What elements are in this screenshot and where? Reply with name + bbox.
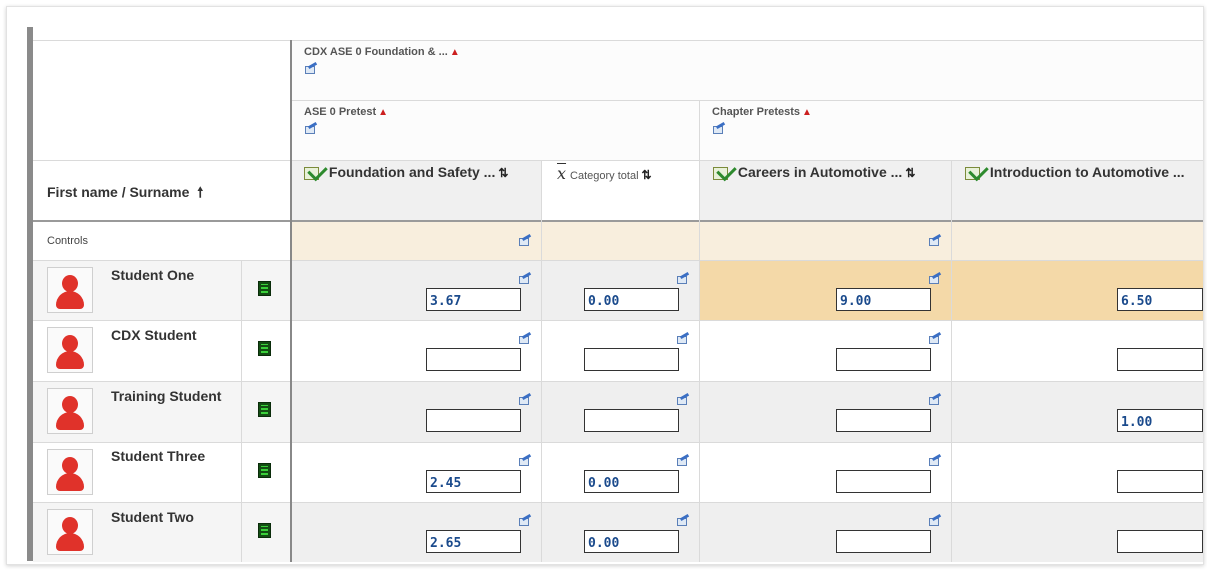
controls-row-bg bbox=[290, 221, 1203, 260]
mean-xbar-icon: x bbox=[557, 164, 567, 183]
column-header-foundation[interactable]: Foundation and Safety ... ⇅ bbox=[304, 161, 508, 182]
name-sort-header[interactable]: First name / Surname 🠕 bbox=[47, 182, 203, 206]
user-avatar-icon[interactable] bbox=[47, 327, 93, 373]
grid-line bbox=[33, 260, 1203, 261]
grid-line bbox=[33, 160, 1203, 161]
single-view-icon[interactable] bbox=[258, 281, 271, 296]
single-view-icon[interactable] bbox=[258, 523, 271, 538]
grade-input[interactable] bbox=[584, 409, 679, 432]
user-avatar-icon[interactable] bbox=[47, 449, 93, 495]
student-name[interactable]: CDX Student bbox=[111, 327, 197, 343]
collapse-up-icon[interactable]: ▲ bbox=[802, 107, 812, 118]
grade-input[interactable] bbox=[584, 530, 679, 553]
collapse-up-icon[interactable]: ▲ bbox=[450, 47, 460, 58]
grade-input[interactable] bbox=[836, 530, 931, 553]
grade-input[interactable] bbox=[426, 470, 521, 493]
top-category-header[interactable]: CDX ASE 0 Foundation & ... ▲ bbox=[304, 46, 460, 58]
grade-input[interactable] bbox=[426, 409, 521, 432]
student-name[interactable]: Student Two bbox=[111, 509, 194, 525]
grid-line bbox=[33, 220, 1203, 222]
grade-input[interactable] bbox=[1117, 288, 1203, 311]
column-label-foundation: Foundation and Safety ... bbox=[328, 164, 496, 180]
column-header-introduction[interactable]: Introduction to Automotive ... bbox=[965, 161, 1185, 182]
grid-line bbox=[290, 100, 1203, 101]
grade-input[interactable] bbox=[836, 288, 931, 311]
grade-input[interactable] bbox=[1117, 348, 1203, 371]
grade-input[interactable] bbox=[1117, 530, 1203, 553]
sort-toggle-icon[interactable]: ⇅ bbox=[498, 166, 508, 180]
collapse-up-icon[interactable]: ▲ bbox=[378, 107, 388, 118]
grade-input[interactable] bbox=[426, 530, 521, 553]
grid-line bbox=[951, 160, 952, 562]
grade-item-icon bbox=[304, 161, 328, 182]
grade-input[interactable] bbox=[836, 348, 931, 371]
sub-category-calc-icon-2[interactable] bbox=[713, 121, 726, 140]
grade-input[interactable] bbox=[584, 348, 679, 371]
grade-input[interactable] bbox=[584, 470, 679, 493]
name-header-label: First name / Surname bbox=[47, 184, 190, 200]
single-view-icon[interactable] bbox=[258, 402, 271, 417]
grade-input[interactable] bbox=[426, 288, 521, 311]
user-avatar-icon[interactable] bbox=[47, 509, 93, 555]
grid-line bbox=[541, 160, 542, 562]
controls-calc-icon-2[interactable] bbox=[929, 233, 942, 252]
user-avatar-icon[interactable] bbox=[47, 388, 93, 434]
student-name[interactable]: Student One bbox=[111, 267, 194, 283]
top-category-calc-icon[interactable] bbox=[305, 61, 318, 80]
controls-calc-icon-1[interactable] bbox=[519, 233, 532, 252]
sub-category-header-2[interactable]: Chapter Pretests ▲ bbox=[712, 106, 812, 118]
student-name[interactable]: Training Student bbox=[111, 388, 221, 404]
sub-category-label-1: ASE 0 Pretest bbox=[304, 106, 377, 118]
grid-line bbox=[33, 442, 1203, 443]
sub-category-label-2: Chapter Pretests bbox=[712, 106, 801, 118]
grade-input[interactable] bbox=[426, 348, 521, 371]
grade-input[interactable] bbox=[1117, 470, 1203, 493]
column-header-category-total[interactable]: x Category total ⇅ bbox=[557, 164, 652, 183]
grid-line bbox=[699, 100, 700, 562]
top-category-label: CDX ASE 0 Foundation & ... bbox=[304, 46, 448, 58]
grade-item-icon bbox=[713, 161, 737, 182]
grid-line bbox=[33, 40, 1203, 41]
single-view-icon[interactable] bbox=[258, 463, 271, 478]
sub-category-calc-icon-1[interactable] bbox=[305, 121, 318, 140]
column-header-careers[interactable]: Careers in Automotive ... ⇅ bbox=[713, 161, 915, 182]
gradebook-frame: CDX ASE 0 Foundation & ... ▲ ASE 0 Pretes… bbox=[6, 6, 1204, 565]
grid-line bbox=[33, 502, 1203, 503]
grid-line bbox=[33, 381, 1203, 382]
grade-input[interactable] bbox=[1117, 409, 1203, 432]
sub-category-header-1[interactable]: ASE 0 Pretest ▲ bbox=[304, 106, 388, 118]
controls-label: Controls bbox=[47, 235, 88, 247]
grade-input[interactable] bbox=[836, 470, 931, 493]
single-view-icon[interactable] bbox=[258, 341, 271, 356]
grade-input[interactable] bbox=[584, 288, 679, 311]
student-name[interactable]: Student Three bbox=[111, 448, 205, 464]
grid-line bbox=[241, 260, 242, 562]
column-label-introduction: Introduction to Automotive ... bbox=[989, 164, 1185, 180]
sort-toggle-icon[interactable]: ⇅ bbox=[905, 166, 915, 180]
column-label-careers: Careers in Automotive ... bbox=[737, 164, 903, 180]
sort-up-arrow-icon[interactable]: 🠕 bbox=[197, 184, 203, 200]
user-avatar-icon[interactable] bbox=[47, 267, 93, 313]
column-label-category-total: Category total bbox=[570, 170, 639, 182]
grid-line bbox=[290, 40, 292, 562]
sort-toggle-icon[interactable]: ⇅ bbox=[642, 168, 652, 182]
grade-item-icon bbox=[965, 161, 989, 182]
grid-line bbox=[33, 320, 1203, 321]
grade-input[interactable] bbox=[836, 409, 931, 432]
